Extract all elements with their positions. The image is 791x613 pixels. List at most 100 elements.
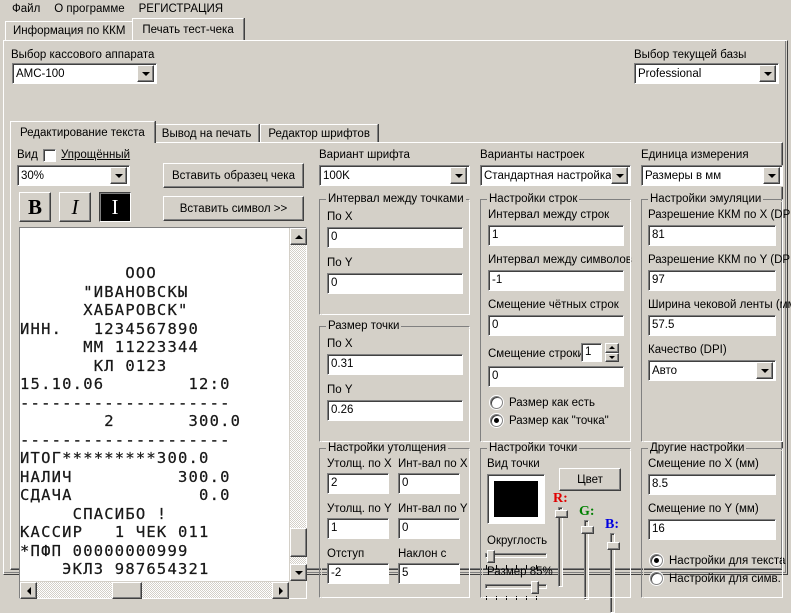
settings-for-text-radio[interactable] — [650, 554, 663, 567]
thickness-x-input[interactable]: 2 — [327, 473, 389, 494]
offset-x-input[interactable]: 8.5 — [648, 474, 776, 495]
dpi-x-input[interactable]: 81 — [648, 225, 776, 246]
vertical-scroll-thumb[interactable] — [290, 528, 307, 557]
scroll-down-button[interactable] — [290, 564, 307, 581]
settings-for-text-label: Настройки для текста — [669, 555, 785, 567]
interval-x-label: Инт-вал по X — [398, 458, 467, 470]
quality-value: Авто — [649, 365, 756, 377]
receipt-preview[interactable]: ООО "ИВАНОВСКЫ ХАБАРОВСК" ИНН. 123456789… — [19, 227, 307, 599]
chevron-down-icon[interactable] — [756, 362, 773, 379]
dot-size-y-label: По Y — [327, 384, 353, 396]
italic-button[interactable]: I — [59, 192, 91, 222]
spinner-down-button[interactable] — [605, 353, 619, 363]
dot-size-x-input[interactable]: 0.31 — [327, 354, 463, 375]
slider-thumb[interactable] — [487, 550, 495, 563]
tab-text-editing[interactable]: Редактирование текста — [10, 121, 155, 143]
preview-horizontal-scrollbar[interactable] — [20, 581, 289, 598]
tab-kkm-info[interactable]: Информация по ККМ — [5, 21, 133, 40]
device-select-combo[interactable]: АМС-100 — [12, 63, 157, 84]
size-as-dot-radio[interactable] — [490, 414, 503, 427]
line-offset-input[interactable]: 0 — [488, 366, 624, 387]
tab-font-editor[interactable]: Редактор шрифтов — [260, 124, 378, 143]
thickness-x-label: Утолщ. по X — [327, 458, 392, 470]
char-interval-label: Интервал между символов — [488, 254, 632, 266]
unit-value: Размеры в мм — [642, 170, 763, 182]
scroll-left-button[interactable] — [20, 582, 37, 599]
dot-interval-y-label: По Y — [327, 257, 353, 269]
size-as-dot-radio-row[interactable]: Размер как "точка" — [490, 414, 609, 427]
size-as-dot-label: Размер как "точка" — [509, 415, 609, 427]
preview-vertical-scrollbar[interactable] — [289, 228, 306, 581]
dot-interval-group: Интервал между точками По X 0 По Y 0 — [319, 199, 470, 315]
horizontal-scroll-thumb[interactable] — [112, 582, 142, 599]
font-variant-combo[interactable]: 100K — [319, 165, 470, 186]
menu-item-registration[interactable]: РЕГИСТРАЦИЯ — [132, 2, 230, 17]
scroll-up-button[interactable] — [290, 228, 307, 245]
slant-input[interactable]: 5 — [398, 563, 460, 584]
line-interval-input[interactable]: 1 — [488, 225, 624, 246]
simplified-checkbox[interactable] — [43, 149, 56, 162]
invert-button[interactable]: I — [99, 192, 131, 222]
tape-width-input[interactable]: 57.5 — [648, 315, 776, 336]
size-slider[interactable] — [485, 581, 547, 601]
dot-size-y-input[interactable]: 0.26 — [327, 400, 463, 421]
slider-thumb[interactable] — [581, 526, 594, 534]
dpi-y-label: Разрешение ККМ по Y (DPI) — [648, 254, 791, 266]
menu-item-file[interactable]: Файл — [5, 2, 47, 17]
red-channel-slider[interactable] — [555, 507, 569, 587]
line-settings-caption: Настройки строк — [487, 193, 579, 205]
slider-thumb[interactable] — [531, 581, 539, 594]
size-as-is-radio[interactable] — [490, 396, 503, 409]
quality-combo[interactable]: Авто — [648, 360, 776, 381]
dot-interval-x-label: По X — [327, 211, 353, 223]
chevron-down-icon[interactable] — [759, 65, 776, 82]
other-settings-caption: Другие настройки — [648, 442, 746, 454]
chevron-down-icon[interactable] — [611, 167, 628, 184]
slider-thumb[interactable] — [555, 510, 568, 518]
offset-y-label: Смещение по Y (мм) — [648, 503, 759, 515]
base-select-combo[interactable]: Professional — [634, 63, 779, 84]
chevron-down-icon[interactable] — [763, 167, 780, 184]
bold-settings-caption: Настройки утолщения — [326, 442, 448, 454]
chevron-down-icon[interactable] — [450, 167, 467, 184]
even-line-offset-input[interactable]: 0 — [488, 315, 624, 336]
menu-item-about[interactable]: О программе — [47, 2, 131, 17]
insert-symbol-button[interactable]: Вставить символ >> — [163, 196, 304, 221]
dot-preview-box — [487, 474, 545, 524]
triangle-right-icon — [279, 587, 283, 595]
slider-thumb[interactable] — [607, 542, 620, 550]
indent-input[interactable]: -2 — [327, 563, 389, 584]
interval-x-input[interactable]: 0 — [398, 473, 460, 494]
settings-variant-combo[interactable]: Стандартная настройка — [480, 165, 631, 186]
settings-for-text-radio-row[interactable]: Настройки для текста — [650, 554, 785, 567]
char-interval-input[interactable]: -1 — [488, 270, 624, 291]
settings-for-symbol-radio[interactable] — [650, 572, 663, 585]
line-offset-spinner[interactable] — [605, 343, 619, 362]
tab-print-output[interactable]: Вывод на печать — [154, 124, 260, 143]
color-button[interactable]: Цвет — [559, 468, 621, 491]
blue-channel-slider[interactable] — [607, 533, 621, 613]
dpi-y-input[interactable]: 97 — [648, 270, 776, 291]
green-channel-slider[interactable] — [581, 520, 595, 600]
settings-for-symbol-radio-row[interactable]: Настройки для симв. — [650, 572, 781, 585]
menu-bar: Файл О программе РЕГИСТРАЦИЯ — [0, 0, 791, 18]
offset-x-label: Смещение по X (мм) — [648, 458, 759, 470]
unit-combo[interactable]: Размеры в мм — [641, 165, 783, 186]
scroll-right-button[interactable] — [272, 582, 289, 599]
insert-sample-receipt-button[interactable]: Вставить образец чека — [163, 163, 304, 188]
bold-button[interactable]: B — [19, 192, 51, 222]
zoom-combo[interactable]: 30% — [17, 165, 130, 186]
spinner-up-button[interactable] — [605, 343, 619, 353]
offset-y-input[interactable]: 16 — [648, 519, 776, 540]
interval-y-input[interactable]: 0 — [398, 518, 460, 539]
chevron-down-icon[interactable] — [110, 167, 127, 184]
line-offset-index-input[interactable]: 1 — [581, 343, 602, 362]
unit-label: Единица измерения — [641, 149, 749, 161]
text-editing-panel: Вид Упрощённый 30% B I I Вставить образе… — [10, 142, 783, 570]
dot-interval-x-input[interactable]: 0 — [327, 227, 463, 248]
dot-interval-y-input[interactable]: 0 — [327, 273, 463, 294]
thickness-y-input[interactable]: 1 — [327, 518, 389, 539]
chevron-down-icon[interactable] — [137, 65, 154, 82]
tab-test-receipt-print[interactable]: Печать тест-чека — [132, 18, 243, 40]
size-as-is-radio-row[interactable]: Размер как есть — [490, 396, 595, 409]
